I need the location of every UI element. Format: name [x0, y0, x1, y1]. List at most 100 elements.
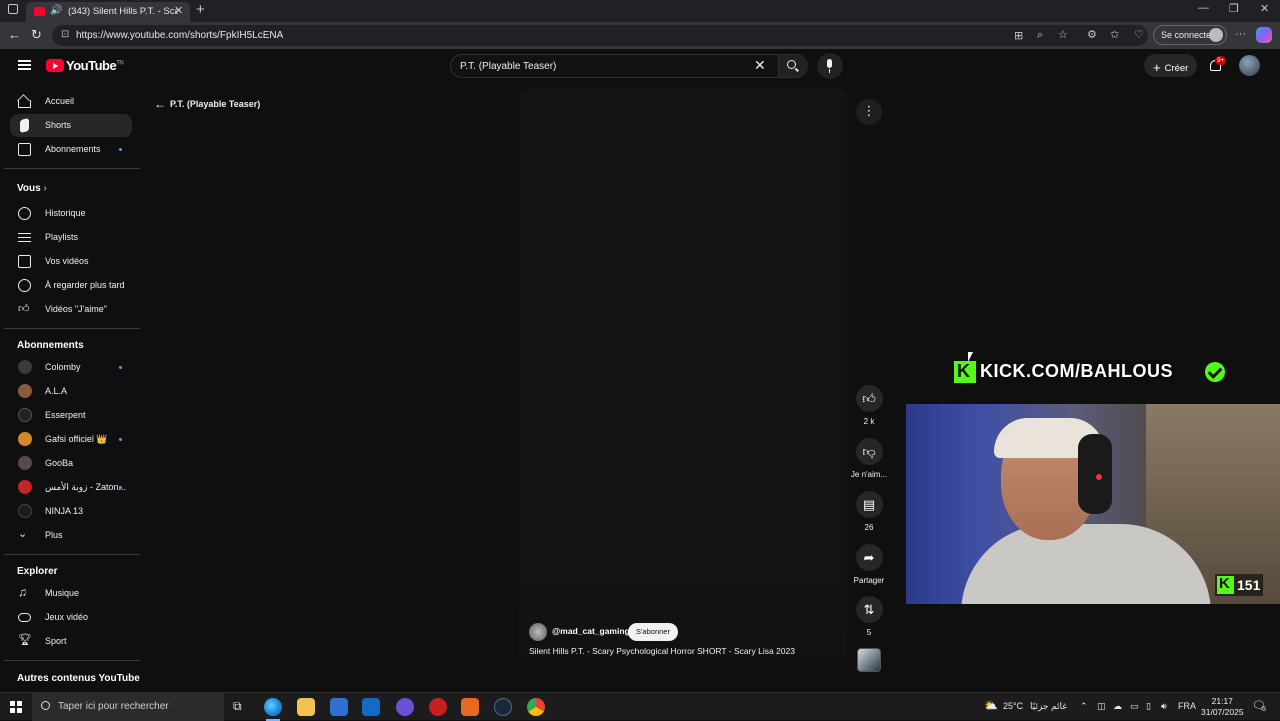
your-videos-icon — [18, 255, 31, 268]
weather-description[interactable]: غائم جزئيًا — [1030, 701, 1067, 712]
url-field[interactable]: ⊡ https://www.youtube.com/shorts/FpkIH5L… — [52, 25, 1148, 46]
shorts-player[interactable]: @mad_cat_gaming S'abonner Silent Hills P… — [519, 88, 847, 675]
more-options-icon[interactable]: ⋮ — [856, 99, 882, 125]
comment-icon[interactable]: ▤ — [855, 491, 883, 518]
menu-icon[interactable] — [18, 60, 31, 70]
task-view-icon[interactable]: ⧉ — [233, 699, 242, 714]
youtube-logo-text[interactable]: YouTubeTN — [66, 58, 124, 73]
verified-badge-icon — [1205, 362, 1225, 382]
volume-icon[interactable]: 🔊︎ — [1161, 701, 1167, 712]
short-title[interactable]: Silent Hills P.T. - Scary Psychological … — [529, 646, 795, 656]
copilot-icon[interactable] — [1256, 27, 1272, 43]
back-icon[interactable]: ← — [8, 27, 21, 42]
sidebar-channel-item[interactable]: NINJA 13 — [10, 500, 132, 523]
sidebar-item-jeux-video[interactable]: Jeux vidéo — [10, 606, 132, 629]
sidebar-you-header[interactable]: Vous › — [17, 183, 47, 194]
favorite-star-icon[interactable]: ☆ — [1058, 28, 1068, 41]
store-icon[interactable] — [330, 698, 348, 716]
refresh-icon[interactable]: ↻ — [31, 27, 42, 43]
channel-avatar — [18, 360, 32, 374]
weather-icon[interactable]: ⛅ — [984, 699, 998, 712]
sidebar-item-label: Playlists — [45, 232, 79, 242]
youtube-logo-icon[interactable] — [46, 59, 64, 72]
channel-handle[interactable]: @mad_cat_gaming — [552, 626, 630, 636]
like-icon[interactable]: 👍︎ — [855, 385, 883, 412]
show-hidden-icons-icon[interactable]: ⌃ — [1080, 701, 1088, 712]
tray-app-icon[interactable]: ◫ — [1097, 701, 1106, 712]
remix-action[interactable]: ⇅ 5 — [855, 596, 883, 637]
sidebar-channel-item[interactable]: A.L.A — [10, 380, 132, 403]
channel-avatar[interactable] — [529, 623, 547, 641]
dislike-icon[interactable]: 👎︎ — [855, 438, 883, 465]
edge-browser-icon[interactable] — [264, 698, 282, 721]
share-icon[interactable]: ➦ — [855, 544, 883, 571]
clock-date: 31/07/2025 — [1201, 707, 1244, 717]
sidebar-item-playlists[interactable]: Playlists — [10, 226, 132, 249]
share-action[interactable]: ➦ Partager — [854, 544, 884, 585]
input-language[interactable]: FRA — [1178, 701, 1196, 711]
browser-essentials-icon[interactable]: ♡ — [1134, 28, 1144, 41]
sidebar-item-vos-videos[interactable]: Vos vidéos — [10, 250, 132, 273]
search-box[interactable]: P.T. (Playable Teaser) ✕ — [450, 54, 808, 78]
discord-icon[interactable] — [396, 698, 414, 716]
tab-actions-icon[interactable] — [8, 4, 18, 14]
close-window-button[interactable]: ✕ — [1260, 2, 1269, 15]
sidebar-channel-item[interactable]: Gafsi officiel 👑 — [10, 428, 132, 451]
temperature[interactable]: 25°C — [1003, 701, 1023, 711]
sidebar-item-musique[interactable]: ♫ Musique — [10, 582, 132, 605]
sidebar-show-more[interactable]: ⌄ Plus — [10, 524, 132, 547]
sidebar-item-historique[interactable]: Historique — [10, 202, 132, 225]
subscribe-button[interactable]: S'abonner — [628, 623, 678, 641]
extensions-icon[interactable]: ⚙ — [1087, 28, 1097, 41]
new-tab-button[interactable]: + — [196, 1, 205, 18]
outlook-icon[interactable] — [362, 698, 380, 716]
record-app-icon[interactable] — [429, 698, 447, 716]
system-clock[interactable]: 21:17 31/07/2025 — [1201, 696, 1244, 718]
like-action[interactable]: 👍︎ 2 k — [855, 385, 883, 426]
profile-icon — [1209, 28, 1223, 42]
sidebar-channel-item[interactable]: Colomby — [10, 356, 132, 379]
sidebar-channel-item[interactable]: GooBa — [10, 452, 132, 475]
app-available-icon[interactable]: ⊞ — [1014, 29, 1023, 42]
speaker-icon[interactable]: 🔊 — [50, 5, 62, 16]
remix-icon[interactable]: ⇅ — [855, 596, 883, 623]
chrome-icon[interactable] — [527, 698, 545, 716]
network-icon[interactable]: ▯ — [1146, 701, 1151, 712]
search-button[interactable] — [778, 55, 808, 77]
clear-search-icon[interactable]: ✕ — [754, 57, 766, 74]
sidebar-item-accueil[interactable]: Accueil — [10, 90, 132, 113]
back-to-search-link[interactable]: ← P.T. (Playable Teaser) — [154, 96, 260, 111]
sidebar-channel-item[interactable]: Esserpent — [10, 404, 132, 427]
account-avatar[interactable] — [1239, 55, 1260, 76]
search-input[interactable]: P.T. (Playable Teaser) — [460, 61, 556, 72]
battery-icon[interactable]: ▭ — [1130, 701, 1139, 712]
settings-more-icon[interactable]: ··· — [1235, 28, 1246, 40]
tab-close-icon[interactable]: ✕ — [174, 4, 183, 17]
minimize-button[interactable]: — — [1198, 2, 1209, 14]
sidebar-item-watch-later[interactable]: À regarder plus tard — [10, 274, 132, 297]
sound-thumbnail[interactable] — [857, 648, 881, 672]
browser-tab[interactable]: 🔊 (343) Silent Hills P.T. - Scary ✕ — [26, 2, 190, 22]
comments-action[interactable]: ▤ 26 — [855, 491, 883, 532]
create-button[interactable]: + Créer — [1144, 54, 1197, 77]
sidebar-item-liked-videos[interactable]: 👍︎ Vidéos "J'aime" — [10, 298, 132, 321]
file-explorer-icon[interactable] — [297, 698, 315, 716]
app-icon[interactable] — [461, 698, 479, 716]
windows-start-icon[interactable] — [10, 701, 22, 713]
onedrive-icon[interactable]: ☁ — [1113, 701, 1122, 712]
restore-button[interactable]: ❐ — [1229, 2, 1239, 15]
sidebar-item-abonnements[interactable]: Abonnements — [10, 138, 132, 161]
channel-name: Colomby — [45, 362, 81, 372]
voice-search-icon[interactable] — [817, 53, 843, 79]
dislike-action[interactable]: 👎︎ Je n'aim... — [851, 438, 887, 479]
sign-in-button[interactable]: Se connecter — [1153, 25, 1227, 45]
favorites-icon[interactable]: ✩ — [1110, 28, 1119, 41]
steam-icon[interactable] — [494, 698, 512, 716]
sidebar-channel-item[interactable]: زوبة الأمس - Zaton... — [10, 476, 132, 499]
sidebar-item-shorts[interactable]: Shorts — [10, 114, 132, 137]
sidebar-item-sport[interactable]: 🏆︎ Sport — [10, 630, 132, 653]
site-info-icon[interactable]: ⊡ — [61, 29, 69, 40]
chevron-right-icon: › — [43, 183, 47, 194]
taskbar-search[interactable]: Taper ici pour rechercher — [32, 693, 224, 721]
zoom-icon[interactable]: ⌕ — [1037, 29, 1043, 42]
